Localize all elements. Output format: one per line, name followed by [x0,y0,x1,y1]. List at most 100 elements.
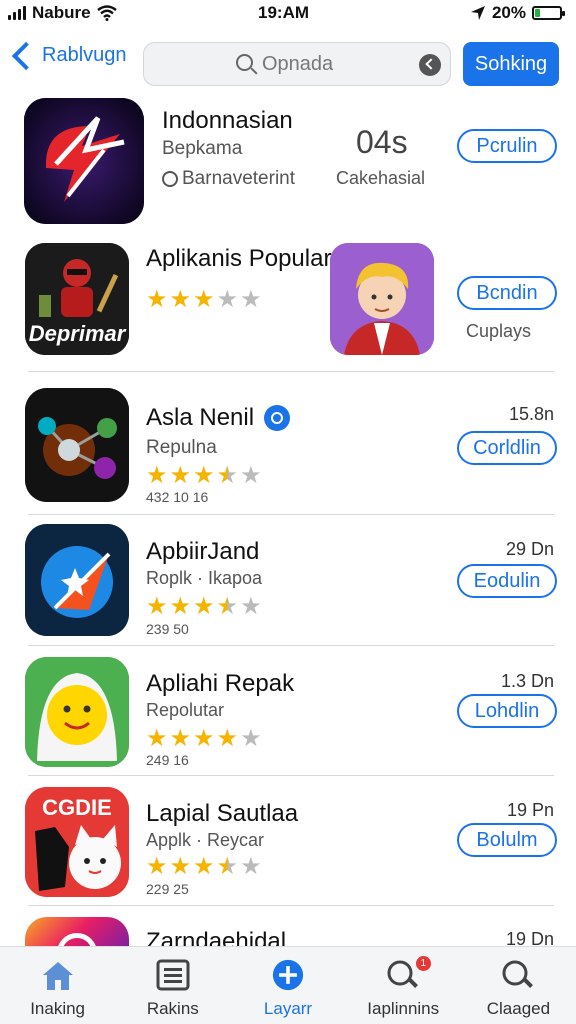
divider [28,775,554,776]
app-reviews: 239 50 [146,621,189,637]
developer-icon [162,171,178,187]
featured-developer: Barnaveterint [182,168,296,189]
tab-label: Layarr [263,999,313,1018]
star-empty-icon: ★ [240,286,262,313]
popular-caption: Cuplays [466,321,532,341]
plus-circle-icon [272,959,304,991]
app-name-text: Asla Nenil [146,404,255,431]
star-full-icon: ★ [193,725,215,752]
smiley-icon[interactable] [25,657,129,767]
app-reviews: 229 25 [146,881,189,897]
notification-badge: 1 [415,956,431,971]
featured-get-button[interactable]: Pcrulin [457,129,557,163]
search-icon [236,54,253,71]
app-size: 15.8n [508,404,554,424]
tab-add[interactable]: Layarr [230,947,345,1024]
get-button[interactable]: Corldlin [457,431,557,465]
tab-home[interactable]: Inaking [0,947,115,1024]
tab-label: Iaplinnins [367,999,440,1018]
star-empty-icon: ★ [240,462,262,489]
tab-rankings[interactable]: Rakins [115,947,230,1024]
list-icon [156,959,190,991]
home-icon [42,962,73,990]
app-name: Asla Nenil [146,404,291,432]
star-full-icon: ★ [193,853,215,880]
featured-app-name: Indonnasian [162,107,293,134]
star-empty-icon: ★ [216,286,239,313]
app-name: ApbiirJand [146,538,260,565]
search-action-button[interactable]: Sohking [463,42,559,86]
battery-percent: 20% [491,3,526,22]
verified-icon [264,405,291,431]
star-full-icon: ★ [193,286,215,313]
star-empty-icon: ★ [240,593,262,620]
app-rating: ★ ★ ★ ★ ★ [146,595,262,619]
battery-icon [532,6,565,20]
featured-stat-label: Cakehasial [336,168,426,188]
app-size: 1.3 Dn [500,671,554,691]
carrier-label: Nabure [32,3,91,22]
tab-updates[interactable]: 1 Iaplinnins [346,947,461,1024]
star-half-icon: ★ [216,593,239,620]
star-arrow-icon[interactable] [25,524,129,636]
divider [28,371,554,372]
get-button[interactable]: Lohdlin [457,694,557,728]
search-input[interactable] [262,53,412,76]
tab-label: Inaking [30,999,86,1018]
star-half-icon: ★ [216,462,239,489]
app-rating: ★ ★ ★ ★ ★ [146,464,262,488]
app-subtitle: Repolutar [146,700,225,720]
star-full-icon: ★ [169,286,192,313]
clock: 19:AM [258,3,310,22]
star-full-icon: ★ [146,853,168,880]
star-full-icon: ★ [169,593,192,620]
app-size: 29 Dn [505,539,554,559]
star-full-icon: ★ [169,462,192,489]
featured-developer-row: Barnaveterint [162,168,295,190]
location-icon [470,6,485,20]
app-rating: ★ ★ ★ ★ ★ [146,727,262,751]
app-subtitle: Applk · Reycar [146,830,265,850]
star-empty-icon: ★ [240,853,262,880]
search-icon [502,960,534,988]
star-full-icon: ★ [146,593,168,620]
orbs-icon[interactable] [25,388,129,502]
popular-app-name: Aplikanis Popular [146,245,332,272]
status-bar: Nabure 19:AM 20% [0,0,576,26]
tab-bar: Inaking Rakins Layarr 1 Iaplinnins Claag… [0,946,576,1024]
search-bar[interactable] [143,42,451,86]
star-full-icon: ★ [146,286,168,313]
game-app-icon[interactable]: Deprimar [25,243,129,355]
star-full-icon: ★ [193,593,215,620]
avatar-app-icon[interactable] [330,243,434,355]
nav-bar: Rablvugn Sohking [0,40,576,88]
divider [28,514,554,515]
popular-get-button[interactable]: Bcndin [457,276,557,310]
popular-rating: ★ ★ ★ ★ ★ [146,288,262,312]
clear-icon[interactable] [419,54,441,76]
wifi-icon [96,5,117,21]
app-name: Lapial Sautlaa [146,800,299,827]
star-full-icon: ★ [216,725,239,752]
app-rating: ★ ★ ★ ★ ★ [146,855,262,879]
app-name: Apliahi Repak [146,670,295,697]
featured-app-subtitle: Bepkama [162,138,243,159]
star-full-icon: ★ [193,462,215,489]
app-reviews: 249 16 [146,752,189,768]
star-full-icon: ★ [146,462,168,489]
cat-icon-text: CGDIE [42,795,112,820]
divider [28,645,554,646]
star-empty-icon: ★ [240,725,262,752]
app-subtitle: Roplk · Ikapoa [146,568,263,588]
star-half-icon: ★ [216,853,239,880]
back-button[interactable]: Rablvugn [8,41,127,70]
tab-search[interactable]: Claaged [461,947,576,1024]
tab-label: Claaged [486,999,551,1018]
game-icon-text: Deprimar [28,321,126,346]
featured-stat-value: 04s [356,124,408,160]
app-subtitle: Repulna [146,437,217,458]
get-button[interactable]: Bolulm [457,823,557,857]
get-button[interactable]: Eodulin [457,564,557,598]
lightning-app-icon[interactable] [24,98,144,224]
cat-icon[interactable]: CGDIE [25,787,129,897]
